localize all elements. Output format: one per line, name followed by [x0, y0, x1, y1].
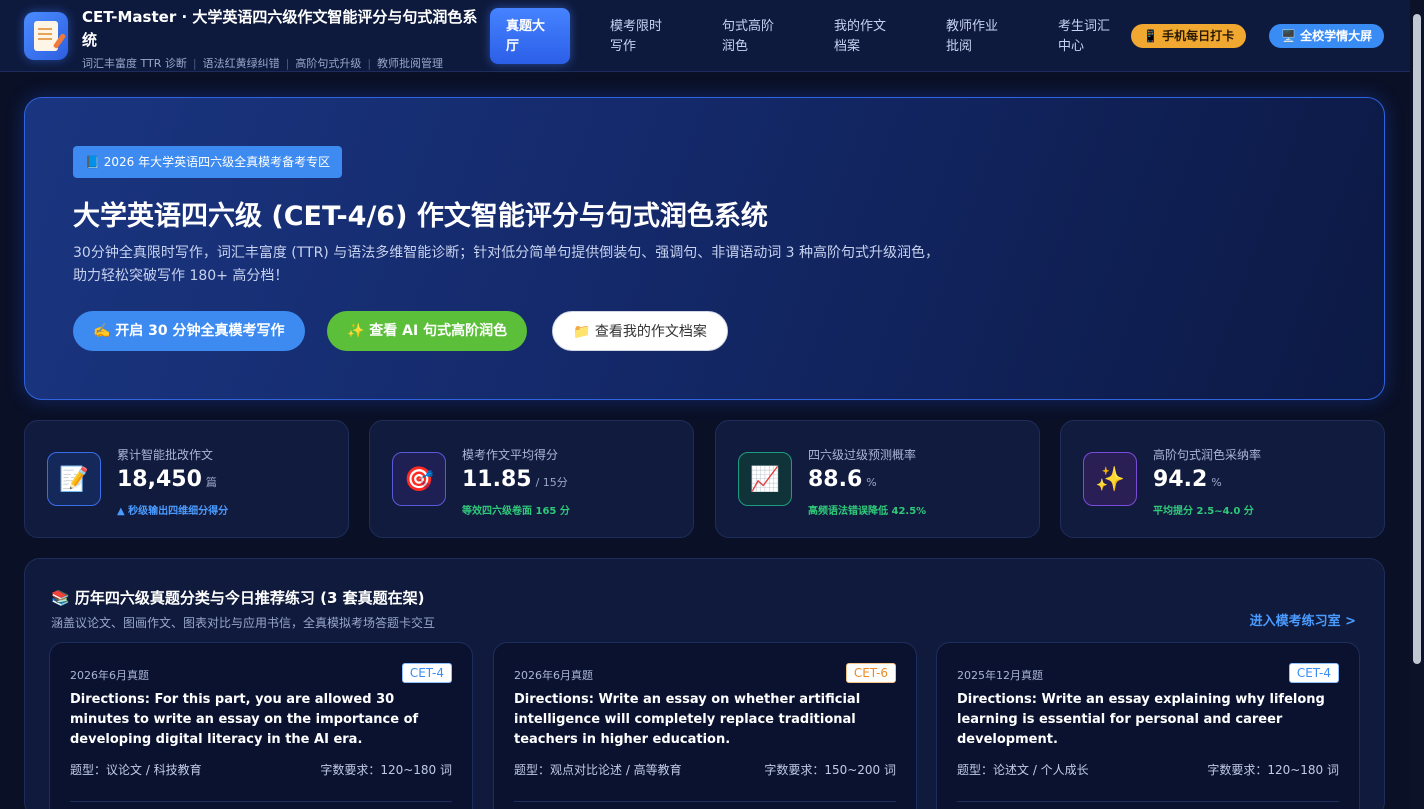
stat-card-average-score: 🎯 模考作文平均得分 11.85/ 15分 等效四六级卷面 165 分 [369, 420, 694, 538]
exam-card[interactable]: 2026年6月真题 CET-6 Directions: Write an ess… [493, 642, 917, 809]
level-badge: CET-4 [401, 663, 452, 683]
exam-card[interactable]: 2026年6月真题 CET-4 Directions: For this par… [49, 642, 473, 809]
stat-card-essays-graded: 📝 累计智能批改作文 18,450 篇 ▲ 秒级输出四维细分得分 [24, 420, 349, 538]
start-mock-exam-button[interactable]: ✍️ 开启 30 分钟全真模考写作 [73, 311, 305, 351]
level-badge: CET-6 [845, 663, 896, 683]
stat-label: 模考作文平均得分 [462, 448, 559, 462]
card-divider [70, 801, 452, 802]
subtitle-item: 语法红黄绿纠错 [202, 57, 280, 70]
card-word-requirement: 字数要求：120~180 词 [1207, 763, 1339, 777]
nav-item-exam-hall[interactable]: 真题大厅 [490, 8, 570, 64]
subtitle-item: 高阶句式升级 [295, 57, 362, 70]
stat-value: 18,450 篇 [117, 467, 217, 492]
subtitle-item: 教师批阅管理 [377, 57, 444, 70]
hero-description: 30分钟全真限时写作，词汇丰富度 (TTR) 与语法多维智能诊断；针对低分简单句… [73, 245, 940, 284]
stat-label: 四六级过级预测概率 [808, 448, 917, 462]
stat-note: 平均提分 2.5~4.0 分 [1153, 506, 1254, 517]
app-title: CET-Master · 大学英语四六级作文智能评分与句式润色系统 [82, 8, 478, 49]
stat-card-pass-probability: 📈 四六级过级预测概率 88.6% 高频语法错误降低 42.5% [715, 420, 1040, 538]
hero-tag: 📘 2026 年大学英语四六级全真模考备考专区 [73, 146, 343, 178]
subtitle-item: 词汇丰富度 TTR 诊断 [82, 57, 187, 70]
stat-value: 94.2% [1153, 467, 1222, 492]
school-dashboard-button[interactable]: 🖥️ 全校学情大屏 [1269, 24, 1385, 48]
nav-item-my-essays[interactable]: 我的作文档案 [818, 8, 906, 64]
document-pen-icon [34, 21, 58, 51]
chart-up-icon: 📈 [738, 452, 792, 506]
hero-title: 大学英语四六级 (CET-4/6) 作文智能评分与句式润色系统 [73, 201, 768, 232]
stat-value: 88.6% [808, 467, 877, 492]
card-directions: Directions: Write an essay on whether ar… [514, 692, 861, 747]
stat-note: ▲ 秒级输出四维细分得分 [117, 506, 229, 517]
essay-archive-button[interactable]: 📁 查看我的作文档案 [552, 311, 728, 351]
hero-banner: 📘 2026 年大学英语四六级全真模考备考专区 大学英语四六级 (CET-4/6… [24, 97, 1385, 400]
stat-card-polish-adoption: ✨ 高阶句式润色采纳率 94.2% 平均提分 2.5~4.0 分 [1060, 420, 1385, 538]
card-directions: Directions: Write an essay explaining wh… [957, 692, 1325, 747]
card-date: 2026年6月真题 [514, 669, 593, 682]
main-nav: 真题大厅 模考限时写作 句式高阶润色 我的作文档案 教师作业批阅 考生词汇中心 [490, 8, 1154, 64]
card-type: 题型：观点对比论述 / 高等教育 [514, 763, 682, 777]
scrollbar-thumb[interactable] [1413, 14, 1421, 664]
page-scrollbar[interactable] [1410, 0, 1424, 809]
stat-label: 高阶句式润色采纳率 [1153, 448, 1262, 462]
target-icon: 🎯 [392, 452, 446, 506]
ai-polish-button[interactable]: ✨ 查看 AI 句式高阶润色 [327, 311, 528, 351]
enter-practice-room-link[interactable]: 进入模考练习室 > [1250, 610, 1356, 629]
sparkles-icon: ✨ [1083, 452, 1137, 506]
app-logo[interactable] [24, 12, 68, 60]
daily-checkin-button[interactable]: 📱 手机每日打卡 [1131, 24, 1247, 48]
nav-item-teacher-review[interactable]: 教师作业批阅 [930, 8, 1018, 64]
card-date: 2026年6月真题 [70, 669, 149, 682]
card-date: 2025年12月真题 [957, 669, 1043, 682]
card-divider [514, 801, 896, 802]
memo-icon: 📝 [47, 452, 101, 506]
section-subtitle: 涵盖议论文、图画作文、图表对比与应用书信，全真模拟考场答题卡交互 [51, 616, 436, 630]
section-title: 📚 历年四六级真题分类与今日推荐练习 (3 套真题在架) [51, 589, 425, 607]
stat-label: 累计智能批改作文 [117, 448, 214, 462]
level-badge: CET-4 [1288, 663, 1339, 683]
card-divider [957, 801, 1339, 802]
stat-value: 11.85/ 15分 [462, 467, 568, 492]
nav-item-timed-writing[interactable]: 模考限时写作 [594, 8, 682, 64]
exam-card[interactable]: 2025年12月真题 CET-4 Directions: Write an es… [936, 642, 1360, 809]
card-type: 题型：议论文 / 科技教育 [70, 763, 202, 777]
stat-note: 高频语法错误降低 42.5% [808, 506, 927, 517]
app-subtitle: 词汇丰富度 TTR 诊断 | 语法红黄绿纠错 | 高阶句式升级 | 教师批阅管理 [82, 57, 444, 70]
card-type: 题型：论述文 / 个人成长 [957, 763, 1089, 777]
top-header: CET-Master · 大学英语四六级作文智能评分与句式润色系统 词汇丰富度 … [0, 0, 1410, 72]
card-directions: Directions: For this part, you are allow… [70, 692, 419, 747]
card-word-requirement: 字数要求：150~200 词 [764, 763, 896, 777]
nav-item-sentence-polish[interactable]: 句式高阶润色 [706, 8, 794, 64]
stat-note: 等效四六级卷面 165 分 [462, 506, 570, 517]
card-word-requirement: 字数要求：120~180 词 [320, 763, 452, 777]
nav-item-vocab-center[interactable]: 考生词汇中心 [1042, 8, 1130, 64]
